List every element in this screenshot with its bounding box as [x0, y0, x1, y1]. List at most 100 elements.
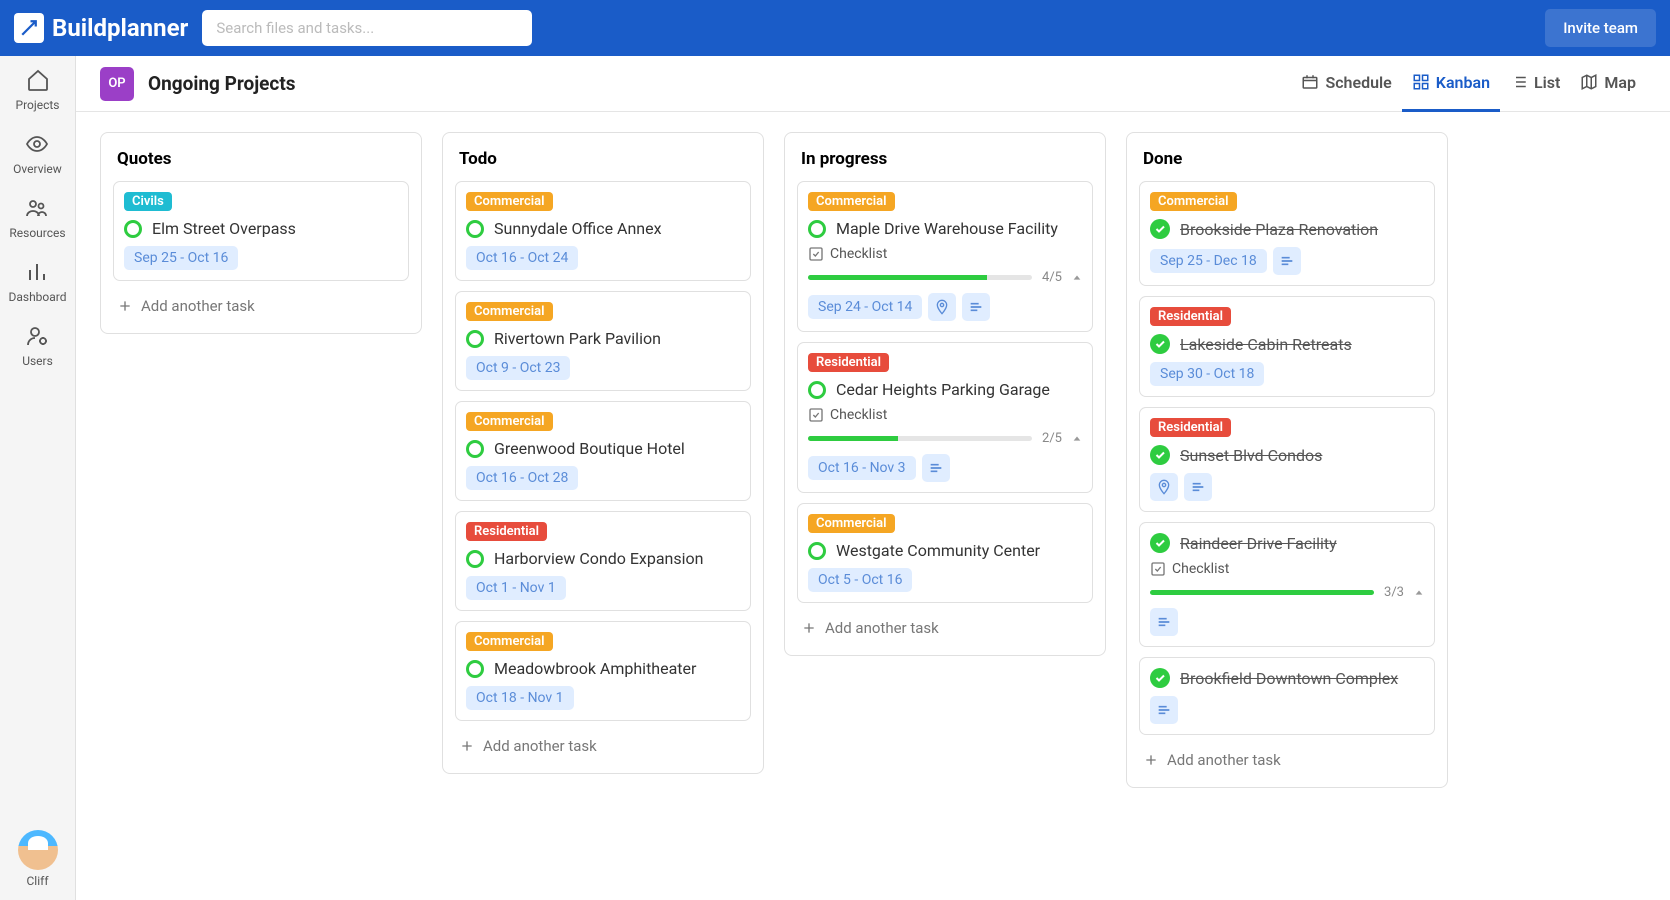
- caret-up-icon: [1072, 434, 1082, 444]
- view-map[interactable]: Map: [1570, 56, 1646, 112]
- card-meta: Sep 25 - Dec 18: [1150, 247, 1424, 275]
- task-card[interactable]: ResidentialCedar Heights Parking GarageC…: [797, 342, 1093, 493]
- add-task-button[interactable]: Add another task: [455, 731, 751, 761]
- card-meta: Oct 16 - Oct 24: [466, 246, 740, 270]
- card-meta: Sep 24 - Oct 14: [808, 293, 1082, 321]
- notes-icon: [1150, 608, 1178, 636]
- card-meta: Oct 1 - Nov 1: [466, 576, 740, 600]
- tag-residential: Residential: [1150, 418, 1231, 437]
- add-task-button[interactable]: Add another task: [1139, 745, 1435, 775]
- column-title: Done: [1139, 145, 1435, 171]
- checklist-progress: 3/3: [1150, 585, 1424, 600]
- sidebar-item-resources[interactable]: Resources: [9, 194, 65, 240]
- task-card[interactable]: Raindeer Drive Facility Checklist 3/3: [1139, 522, 1435, 647]
- notes-icon: [1184, 473, 1212, 501]
- tag-commercial: Commercial: [466, 192, 553, 211]
- checklist-label: Checklist: [1150, 561, 1424, 577]
- schedule-icon: [1301, 73, 1319, 91]
- task-card[interactable]: ResidentialLakeside Cabin RetreatsSep 30…: [1139, 296, 1435, 397]
- map-icon: [1580, 73, 1598, 91]
- notes-icon: [922, 454, 950, 482]
- task-card[interactable]: CommercialBrookside Plaza RenovationSep …: [1139, 181, 1435, 286]
- check-ring-icon: [808, 381, 826, 399]
- date-pill: Oct 16 - Oct 28: [466, 466, 578, 490]
- invite-team-button[interactable]: Invite team: [1545, 9, 1656, 47]
- main-header: OP Ongoing Projects ScheduleKanbanListMa…: [76, 56, 1670, 112]
- task-card[interactable]: CommercialWestgate Community CenterOct 5…: [797, 503, 1093, 603]
- task-card[interactable]: Residential Sunset Blvd Condos: [1139, 407, 1435, 512]
- user-avatar[interactable]: Cliff: [18, 830, 58, 900]
- plus-icon: [801, 620, 817, 636]
- view-kanban[interactable]: Kanban: [1402, 56, 1500, 112]
- app-name: Buildplanner: [52, 14, 188, 42]
- sidebar-item-projects[interactable]: Projects: [16, 66, 60, 112]
- card-meta: [1150, 696, 1424, 724]
- task-name: Raindeer Drive Facility: [1180, 534, 1337, 553]
- column-quotes: QuotesCivilsElm Street OverpassSep 25 - …: [100, 132, 422, 334]
- task-name: Harborview Condo Expansion: [494, 549, 703, 568]
- tag-commercial: Commercial: [808, 192, 895, 211]
- checklist-icon: [1150, 561, 1166, 577]
- tag-residential: Residential: [1150, 307, 1231, 326]
- sidebar-item-users[interactable]: Users: [22, 322, 53, 368]
- column-todo: TodoCommercialSunnydale Office AnnexOct …: [442, 132, 764, 774]
- date-pill: Sep 25 - Oct 16: [124, 246, 238, 270]
- checklist-progress: 4/5: [808, 270, 1082, 285]
- task-card[interactable]: CommercialGreenwood Boutique HotelOct 16…: [455, 401, 751, 501]
- date-pill: Oct 16 - Nov 3: [808, 456, 916, 480]
- column-title: In progress: [797, 145, 1093, 171]
- kanban-board: QuotesCivilsElm Street OverpassSep 25 - …: [76, 112, 1670, 900]
- column-in-progress: In progress CommercialMaple Drive Warehou…: [784, 132, 1106, 656]
- task-card[interactable]: CommercialMeadowbrook AmphitheaterOct 18…: [455, 621, 751, 721]
- task-name: Rivertown Park Pavilion: [494, 329, 661, 348]
- card-meta: Oct 16 - Oct 28: [466, 466, 740, 490]
- task-name: Westgate Community Center: [836, 541, 1040, 560]
- card-meta: [1150, 473, 1424, 501]
- caret-up-icon: [1072, 273, 1082, 283]
- add-task-button[interactable]: Add another task: [797, 613, 1093, 643]
- add-task-button[interactable]: Add another task: [113, 291, 409, 321]
- plus-icon: [1143, 752, 1159, 768]
- check-complete-icon: [1150, 334, 1170, 354]
- task-card[interactable]: CommercialMaple Drive Warehouse Facility…: [797, 181, 1093, 332]
- tag-residential: Residential: [466, 522, 547, 541]
- kanban-icon: [1412, 73, 1430, 91]
- task-name: Cedar Heights Parking Garage: [836, 380, 1050, 399]
- date-pill: Oct 9 - Oct 23: [466, 356, 570, 380]
- task-name: Sunnydale Office Annex: [494, 219, 662, 238]
- plus-icon: [459, 738, 475, 754]
- check-complete-icon: [1150, 219, 1170, 239]
- user-gear-icon: [23, 322, 51, 350]
- sidebar-item-overview[interactable]: Overview: [13, 130, 62, 176]
- task-card[interactable]: Residential Harborview Condo Expansion Oct…: [455, 511, 751, 611]
- date-pill: Oct 5 - Oct 16: [808, 568, 912, 592]
- checklist-label: Checklist: [808, 407, 1082, 423]
- notes-icon: [962, 293, 990, 321]
- page-title: Ongoing Projects: [148, 72, 296, 95]
- task-name: Sunset Blvd Condos: [1180, 446, 1322, 465]
- avatar-icon: [18, 830, 58, 870]
- caret-up-icon: [1414, 588, 1424, 598]
- search-input[interactable]: [202, 10, 532, 46]
- view-list[interactable]: List: [1500, 56, 1570, 112]
- check-ring-icon: [466, 440, 484, 458]
- sidebar-item-dashboard[interactable]: Dashboard: [8, 258, 66, 304]
- list-icon: [1510, 73, 1528, 91]
- check-ring-icon: [466, 660, 484, 678]
- card-meta: Oct 5 - Oct 16: [808, 568, 1082, 592]
- task-card[interactable]: Brookfield Downtown Complex: [1139, 657, 1435, 735]
- people-icon: [23, 194, 51, 222]
- check-ring-icon: [466, 330, 484, 348]
- eye-icon: [23, 130, 51, 158]
- view-schedule[interactable]: Schedule: [1291, 56, 1401, 112]
- card-meta: Oct 9 - Oct 23: [466, 356, 740, 380]
- check-ring-icon: [808, 220, 826, 238]
- notes-icon: [1273, 247, 1301, 275]
- card-meta: Sep 25 - Oct 16: [124, 246, 398, 270]
- task-card[interactable]: CommercialRivertown Park PavilionOct 9 -…: [455, 291, 751, 391]
- date-pill: Sep 24 - Oct 14: [808, 295, 922, 319]
- checklist-label: Checklist: [808, 246, 1082, 262]
- task-card[interactable]: CivilsElm Street OverpassSep 25 - Oct 16: [113, 181, 409, 281]
- app-logo[interactable]: Buildplanner: [14, 13, 188, 43]
- task-card[interactable]: Commercial Sunnydale Office Annex Oct 16 -…: [455, 181, 751, 281]
